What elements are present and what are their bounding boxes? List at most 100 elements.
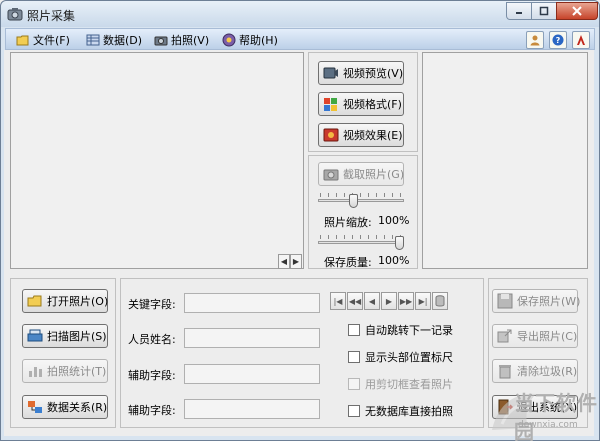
head-position-box[interactable] bbox=[348, 351, 360, 363]
quality-slider-ticks bbox=[320, 235, 402, 239]
auto-next-box[interactable] bbox=[348, 324, 360, 336]
head-position-checkbox[interactable]: 显示头部位置标尺 bbox=[348, 349, 453, 365]
export-icon bbox=[497, 329, 512, 343]
minimize-button[interactable] bbox=[506, 2, 532, 20]
arrow-left-icon[interactable]: ◀ bbox=[278, 254, 290, 269]
photo-stats-button[interactable]: 拍照统计(T) bbox=[22, 359, 108, 383]
video-effect-label: 视频效果(E) bbox=[343, 129, 403, 142]
auto-next-label: 自动跳转下一记录 bbox=[365, 324, 453, 337]
title-bar[interactable]: 照片采集 bbox=[1, 1, 599, 27]
zoom-slider[interactable] bbox=[318, 193, 404, 209]
menu-capture[interactable]: 拍照(V) bbox=[154, 32, 209, 48]
quality-value: 100% bbox=[378, 254, 410, 267]
menu-data[interactable]: 数据(D) bbox=[86, 32, 142, 48]
clear-trash-button[interactable]: 清除垃圾(R) bbox=[492, 359, 578, 383]
photo-preview-area bbox=[422, 52, 588, 269]
no-database-label: 无数据库直接拍照 bbox=[365, 405, 453, 418]
aux-field-1-label: 辅助字段: bbox=[128, 369, 176, 382]
menu-help[interactable]: 帮助(H) bbox=[222, 32, 278, 48]
data-icon bbox=[86, 34, 100, 46]
help-tool-button[interactable]: ? bbox=[549, 31, 567, 49]
relation-icon bbox=[28, 401, 42, 413]
clear-trash-label: 清除垃圾(R) bbox=[517, 365, 578, 378]
next-record-icon[interactable]: ▶ bbox=[381, 292, 397, 310]
data-relation-button[interactable]: 数据关系(R) bbox=[22, 395, 108, 419]
arrow-right-icon[interactable]: ▶ bbox=[290, 254, 302, 269]
no-database-box[interactable] bbox=[348, 405, 360, 417]
panel-toggle-arrows[interactable]: ◀ ▶ bbox=[278, 254, 302, 269]
crop-view-label: 用剪切框查看照片 bbox=[365, 378, 453, 391]
key-field-input[interactable] bbox=[184, 293, 320, 313]
stats-icon bbox=[29, 367, 42, 377]
save-disk-icon bbox=[497, 293, 513, 309]
database-icon[interactable] bbox=[432, 292, 448, 310]
scan-image-label: 扫描图片(S) bbox=[47, 330, 107, 343]
quality-slider-thumb[interactable] bbox=[395, 236, 404, 250]
name-field-label: 人员姓名: bbox=[128, 333, 176, 346]
quality-slider-track bbox=[318, 241, 404, 244]
prev-page-icon[interactable]: ◀◀ bbox=[347, 292, 363, 310]
zoom-label: 照片缩放: bbox=[324, 216, 372, 229]
capture-photo-label: 截取照片(G) bbox=[343, 168, 405, 181]
window-title: 照片采集 bbox=[27, 9, 76, 23]
menu-bar: 文件(F) 数据(D) 拍照(V) 帮助(H) ? bbox=[5, 28, 595, 50]
open-photo-button[interactable]: 打开照片(O) bbox=[22, 289, 108, 313]
menu-file[interactable]: 文件(F) bbox=[16, 32, 70, 48]
zoom-slider-thumb[interactable] bbox=[349, 194, 358, 208]
name-field-input[interactable] bbox=[184, 328, 320, 348]
photo-stats-label: 拍照统计(T) bbox=[47, 365, 107, 378]
data-relation-label: 数据关系(R) bbox=[47, 401, 108, 414]
save-photo-button[interactable]: 保存照片(W) bbox=[492, 289, 581, 313]
maximize-icon bbox=[539, 6, 549, 16]
video-format-button[interactable]: 视频格式(F) bbox=[318, 92, 404, 116]
camera-icon bbox=[323, 169, 339, 181]
scanner-icon bbox=[27, 329, 43, 342]
menu-capture-label: 拍照(V) bbox=[171, 34, 210, 47]
watermark-subtext: downxia.com bbox=[518, 420, 578, 430]
no-database-checkbox[interactable]: 无数据库直接拍照 bbox=[348, 403, 453, 419]
video-preview-area bbox=[10, 52, 304, 269]
save-photo-label: 保存照片(W) bbox=[517, 295, 581, 308]
quality-slider[interactable] bbox=[318, 235, 404, 251]
zoom-slider-track bbox=[318, 199, 404, 202]
database-cylinder-icon bbox=[435, 295, 445, 307]
help-icon: ? bbox=[552, 34, 564, 46]
video-format-label: 视频格式(F) bbox=[343, 98, 402, 111]
camera-icon bbox=[154, 36, 168, 46]
scan-image-button[interactable]: 扫描图片(S) bbox=[22, 324, 108, 348]
video-format-icon bbox=[324, 98, 337, 111]
zoom-slider-ticks bbox=[320, 193, 402, 197]
menu-help-label: 帮助(H) bbox=[239, 34, 278, 47]
aux-field-2-label: 辅助字段: bbox=[128, 404, 176, 417]
adobe-tool-button[interactable] bbox=[572, 31, 590, 49]
export-photo-button[interactable]: 导出照片(C) bbox=[492, 324, 578, 348]
record-navigator: |◀ ◀◀ ◀ ▶ ▶▶ ▶| bbox=[330, 292, 449, 310]
menu-file-label: 文件(F) bbox=[33, 34, 70, 47]
capture-photo-button[interactable]: 截取照片(G) bbox=[318, 162, 404, 186]
crop-view-box[interactable] bbox=[348, 378, 360, 390]
aux-field-1-input[interactable] bbox=[184, 364, 320, 384]
aux-field-2-input[interactable] bbox=[184, 399, 320, 419]
prev-record-icon[interactable]: ◀ bbox=[364, 292, 380, 310]
video-preview-icon bbox=[323, 67, 338, 79]
key-field-label: 关键字段: bbox=[128, 298, 176, 311]
user-tool-button[interactable] bbox=[526, 31, 544, 49]
auto-next-checkbox[interactable]: 自动跳转下一记录 bbox=[348, 322, 453, 338]
first-record-icon[interactable]: |◀ bbox=[330, 292, 346, 310]
menu-data-label: 数据(D) bbox=[103, 34, 143, 47]
close-icon bbox=[572, 6, 582, 16]
help-icon bbox=[222, 33, 236, 47]
crop-view-checkbox[interactable]: 用剪切框查看照片 bbox=[348, 376, 453, 392]
maximize-button[interactable] bbox=[531, 2, 557, 20]
close-button[interactable] bbox=[556, 2, 598, 20]
quality-label: 保存质量: bbox=[324, 256, 372, 269]
svg-text:?: ? bbox=[556, 36, 561, 45]
video-preview-button[interactable]: 视频预览(V) bbox=[318, 61, 404, 85]
open-folder-icon bbox=[27, 295, 42, 307]
trash-icon bbox=[499, 365, 511, 379]
open-photo-label: 打开照片(O) bbox=[47, 295, 109, 308]
video-effect-button[interactable]: 视频效果(E) bbox=[318, 123, 404, 147]
video-effect-icon bbox=[323, 128, 339, 142]
last-record-icon[interactable]: ▶| bbox=[415, 292, 431, 310]
next-page-icon[interactable]: ▶▶ bbox=[398, 292, 414, 310]
